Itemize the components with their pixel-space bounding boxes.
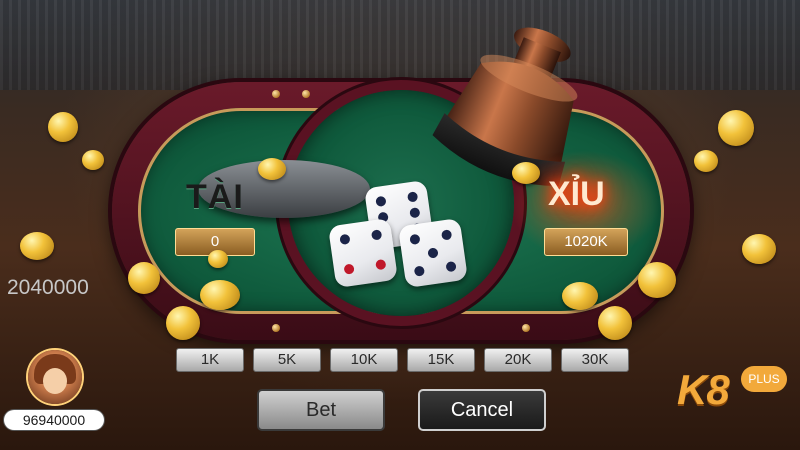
gold-coin-icon	[20, 232, 54, 260]
chip-30k[interactable]: 30K	[561, 348, 629, 372]
die-pip	[427, 247, 439, 259]
die-pip	[409, 233, 421, 246]
gold-coin-icon	[598, 306, 632, 340]
xiu-bet-amount: 1020K	[544, 228, 628, 256]
gold-coin-icon	[718, 110, 754, 146]
die-right	[397, 217, 469, 289]
arena-stands	[0, 0, 800, 90]
chip-selector: 1K 5K 10K 15K 20K 30K	[176, 348, 629, 372]
die-pip	[375, 195, 387, 208]
logo-brand: K8	[677, 366, 730, 413]
player-balance: 96940000	[4, 410, 104, 430]
avatar-face	[43, 368, 67, 394]
gold-coin-icon	[200, 280, 240, 310]
xiu-label[interactable]: XỈU	[548, 175, 605, 214]
die-pip	[409, 207, 421, 219]
rail-rivet	[302, 90, 310, 98]
chip-1k[interactable]: 1K	[176, 348, 244, 372]
die-pip	[445, 260, 457, 273]
gold-coin-icon	[638, 262, 676, 298]
rail-rivet	[272, 90, 280, 98]
gold-coin-icon	[694, 150, 718, 172]
die-pip	[406, 191, 419, 203]
gold-coin-icon	[82, 150, 104, 170]
chip-15k[interactable]: 15K	[407, 348, 475, 372]
gold-coin-icon	[512, 162, 540, 184]
logo-badge: PLUS	[741, 366, 787, 392]
die-pip	[440, 229, 453, 241]
gold-coin-icon	[166, 306, 200, 340]
gold-coin-icon	[48, 112, 78, 142]
die-left	[327, 217, 399, 289]
chip-20k[interactable]: 20K	[484, 348, 552, 372]
die-pip	[343, 263, 355, 275]
bet-button[interactable]: Bet	[257, 389, 385, 431]
gold-coin-icon	[562, 282, 598, 310]
cancel-button[interactable]: Cancel	[418, 389, 546, 431]
tai-label[interactable]: TÀI	[186, 178, 244, 217]
chip-5k[interactable]: 5K	[253, 348, 321, 372]
total-bet-amount: 2040000	[7, 276, 89, 299]
die-pip	[413, 265, 426, 277]
k8-logo: K8 PLUS	[677, 366, 787, 414]
gold-coin-icon	[128, 262, 160, 294]
gold-coin-icon	[208, 250, 228, 268]
rail-rivet	[272, 324, 280, 332]
chip-10k[interactable]: 10K	[330, 348, 398, 372]
gold-coin-icon	[742, 234, 776, 264]
die-pip	[375, 258, 387, 271]
avatar[interactable]	[28, 350, 82, 404]
die-pip	[339, 233, 351, 246]
gold-coin-icon	[258, 158, 286, 180]
rail-rivet	[522, 324, 530, 332]
die-pip	[370, 229, 383, 241]
